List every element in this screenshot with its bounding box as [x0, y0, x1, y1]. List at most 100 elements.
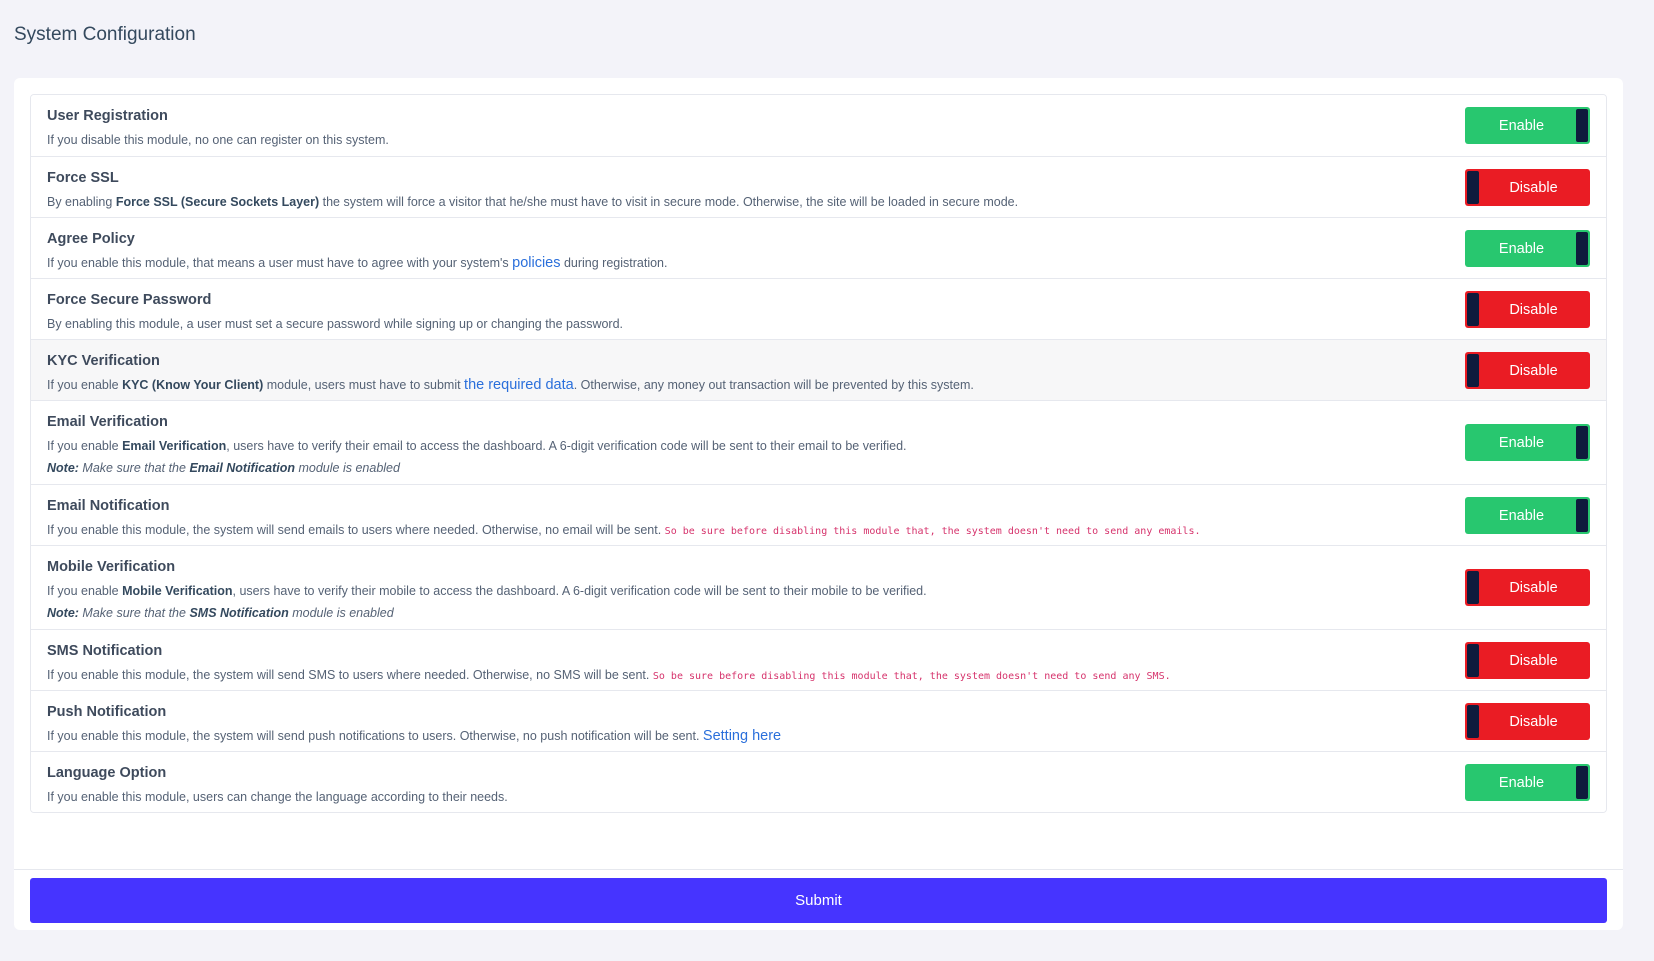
desc-text: If you enable this module, that means a … — [47, 256, 513, 270]
email-verification-toggle[interactable]: Enable — [1465, 424, 1590, 461]
desc-text: If you enable this module, users can cha… — [47, 790, 508, 804]
toggle-label: Disable — [1509, 652, 1558, 669]
toggle-label: Enable — [1498, 507, 1545, 524]
desc-text: By enabling this module, a user must set… — [47, 317, 624, 331]
note-label: Note: — [47, 606, 79, 620]
setting-title: Agree Policy — [47, 231, 135, 247]
setting-title: Force SSL — [47, 170, 119, 186]
note-text: module is enabled — [295, 461, 400, 475]
desc-text: If you enable this module, the system wi… — [47, 729, 703, 743]
toggle-label: Disable — [1509, 713, 1558, 730]
setting-row-push-notification: Push Notification If you enable this mod… — [31, 691, 1606, 752]
toggle-knob — [1467, 293, 1479, 326]
toggle-label: Disable — [1509, 362, 1558, 379]
setting-row-sms-notification: SMS Notification If you enable this modu… — [31, 630, 1606, 691]
desc-text: If you disable this module, no one can r… — [47, 133, 389, 147]
note-text: module is enabled — [288, 606, 394, 620]
desc-text: , users have to verify their mobile to a… — [232, 584, 927, 598]
push-notification-toggle[interactable]: Disable — [1465, 703, 1590, 740]
desc-text: If you enable this module, the system wi… — [47, 523, 665, 537]
toggle-knob — [1467, 705, 1479, 738]
toggle-knob — [1576, 426, 1588, 459]
setting-title: Force Secure Password — [47, 292, 212, 308]
desc-text: If you enable — [47, 439, 123, 453]
setting-row-mobile-verification: Mobile Verification If you enable Mobile… — [31, 546, 1606, 630]
sms-notification-toggle[interactable]: Disable — [1465, 642, 1590, 679]
setting-title: Email Notification — [47, 498, 170, 514]
setting-description: If you enable Mobile Verification, users… — [47, 580, 1590, 602]
toggle-label: Enable — [1498, 240, 1545, 257]
setting-row-email-verification: Email Verification If you enable Email V… — [31, 401, 1606, 485]
toggle-knob — [1576, 766, 1588, 799]
setting-here-link[interactable]: Setting here — [703, 728, 781, 744]
toggle-knob — [1576, 109, 1588, 142]
setting-description: If you enable this module, the system wi… — [47, 664, 1590, 688]
toggle-knob — [1467, 354, 1479, 387]
toggle-label: Enable — [1498, 434, 1545, 451]
language-option-toggle[interactable]: Enable — [1465, 764, 1590, 801]
toggle-label: Disable — [1509, 579, 1558, 596]
desc-text: If you enable this module, the system wi… — [47, 668, 653, 682]
setting-row-agree-policy: Agree Policy If you enable this module, … — [31, 218, 1606, 279]
setting-title: Email Verification — [47, 414, 168, 430]
desc-text: the system will force a visitor that he/… — [319, 195, 1019, 209]
setting-note: Note: Make sure that the SMS Notificatio… — [47, 602, 1590, 624]
setting-description: If you enable KYC (Know Your Client) mod… — [47, 374, 1590, 396]
toggle-label: Disable — [1509, 301, 1558, 318]
desc-bold: KYC (Know Your Client) — [122, 378, 264, 392]
page-title: System Configuration — [14, 24, 196, 45]
desc-bold: Email Verification — [122, 439, 227, 453]
setting-row-user-registration: User Registration If you disable this mo… — [31, 95, 1606, 157]
setting-title: User Registration — [47, 108, 168, 124]
toggle-knob — [1576, 232, 1588, 265]
setting-description: If you enable this module, the system wi… — [47, 725, 1590, 747]
desc-text: If you enable — [47, 378, 123, 392]
settings-list: User Registration If you disable this mo… — [30, 94, 1607, 813]
note-text: Make sure that the — [78, 606, 190, 620]
email-notification-toggle[interactable]: Enable — [1465, 497, 1590, 534]
setting-row-force-secure-password: Force Secure Password By enabling this m… — [31, 279, 1606, 340]
note-text: Make sure that the — [78, 461, 190, 475]
desc-text: module, users must have to submit — [263, 378, 465, 392]
desc-text: . Otherwise, any money out transaction w… — [573, 378, 974, 392]
toggle-knob — [1467, 171, 1479, 204]
note-bold: SMS Notification — [189, 606, 289, 620]
desc-bold: Mobile Verification — [122, 584, 233, 598]
warning-code: So be sure before disabling this module … — [652, 671, 1171, 682]
setting-row-force-ssl: Force SSL By enabling Force SSL (Secure … — [31, 157, 1606, 218]
setting-row-kyc-verification: KYC Verification If you enable KYC (Know… — [31, 340, 1606, 401]
submit-button[interactable]: Submit — [30, 878, 1607, 923]
setting-row-email-notification: Email Notification If you enable this mo… — [31, 485, 1606, 546]
kyc-verification-toggle[interactable]: Disable — [1465, 352, 1590, 389]
setting-description: By enabling Force SSL (Secure Sockets La… — [47, 191, 1590, 213]
desc-bold: Force SSL (Secure Sockets Layer) — [115, 195, 320, 209]
setting-title: Push Notification — [47, 704, 167, 720]
setting-title: Mobile Verification — [47, 559, 176, 575]
setting-description: If you disable this module, no one can r… — [47, 129, 1590, 151]
setting-title: SMS Notification — [47, 643, 163, 659]
toggle-label: Enable — [1498, 117, 1545, 134]
setting-description: If you enable this module, the system wi… — [47, 519, 1590, 543]
setting-title: Language Option — [47, 765, 167, 781]
required-data-link[interactable]: the required data — [464, 377, 574, 393]
desc-text: , users have to verify their email to ac… — [226, 439, 907, 453]
mobile-verification-toggle[interactable]: Disable — [1465, 569, 1590, 606]
setting-row-language-option: Language Option If you enable this modul… — [31, 752, 1606, 812]
toggle-knob — [1467, 571, 1479, 604]
toggle-knob — [1467, 644, 1479, 677]
user-registration-toggle[interactable]: Enable — [1465, 107, 1590, 144]
desc-text: during registration. — [560, 256, 668, 270]
setting-description: By enabling this module, a user must set… — [47, 313, 1590, 335]
policies-link[interactable]: policies — [512, 255, 560, 271]
setting-note: Note: Make sure that the Email Notificat… — [47, 457, 1590, 479]
desc-text: By enabling — [47, 195, 116, 209]
agree-policy-toggle[interactable]: Enable — [1465, 230, 1590, 267]
toggle-knob — [1576, 499, 1588, 532]
setting-title: KYC Verification — [47, 353, 160, 369]
force-secure-password-toggle[interactable]: Disable — [1465, 291, 1590, 328]
force-ssl-toggle[interactable]: Disable — [1465, 169, 1590, 206]
setting-description: If you enable this module, that means a … — [47, 252, 1590, 274]
setting-description: If you enable this module, users can cha… — [47, 786, 1590, 808]
settings-card: User Registration If you disable this mo… — [14, 78, 1623, 930]
toggle-label: Disable — [1509, 179, 1558, 196]
